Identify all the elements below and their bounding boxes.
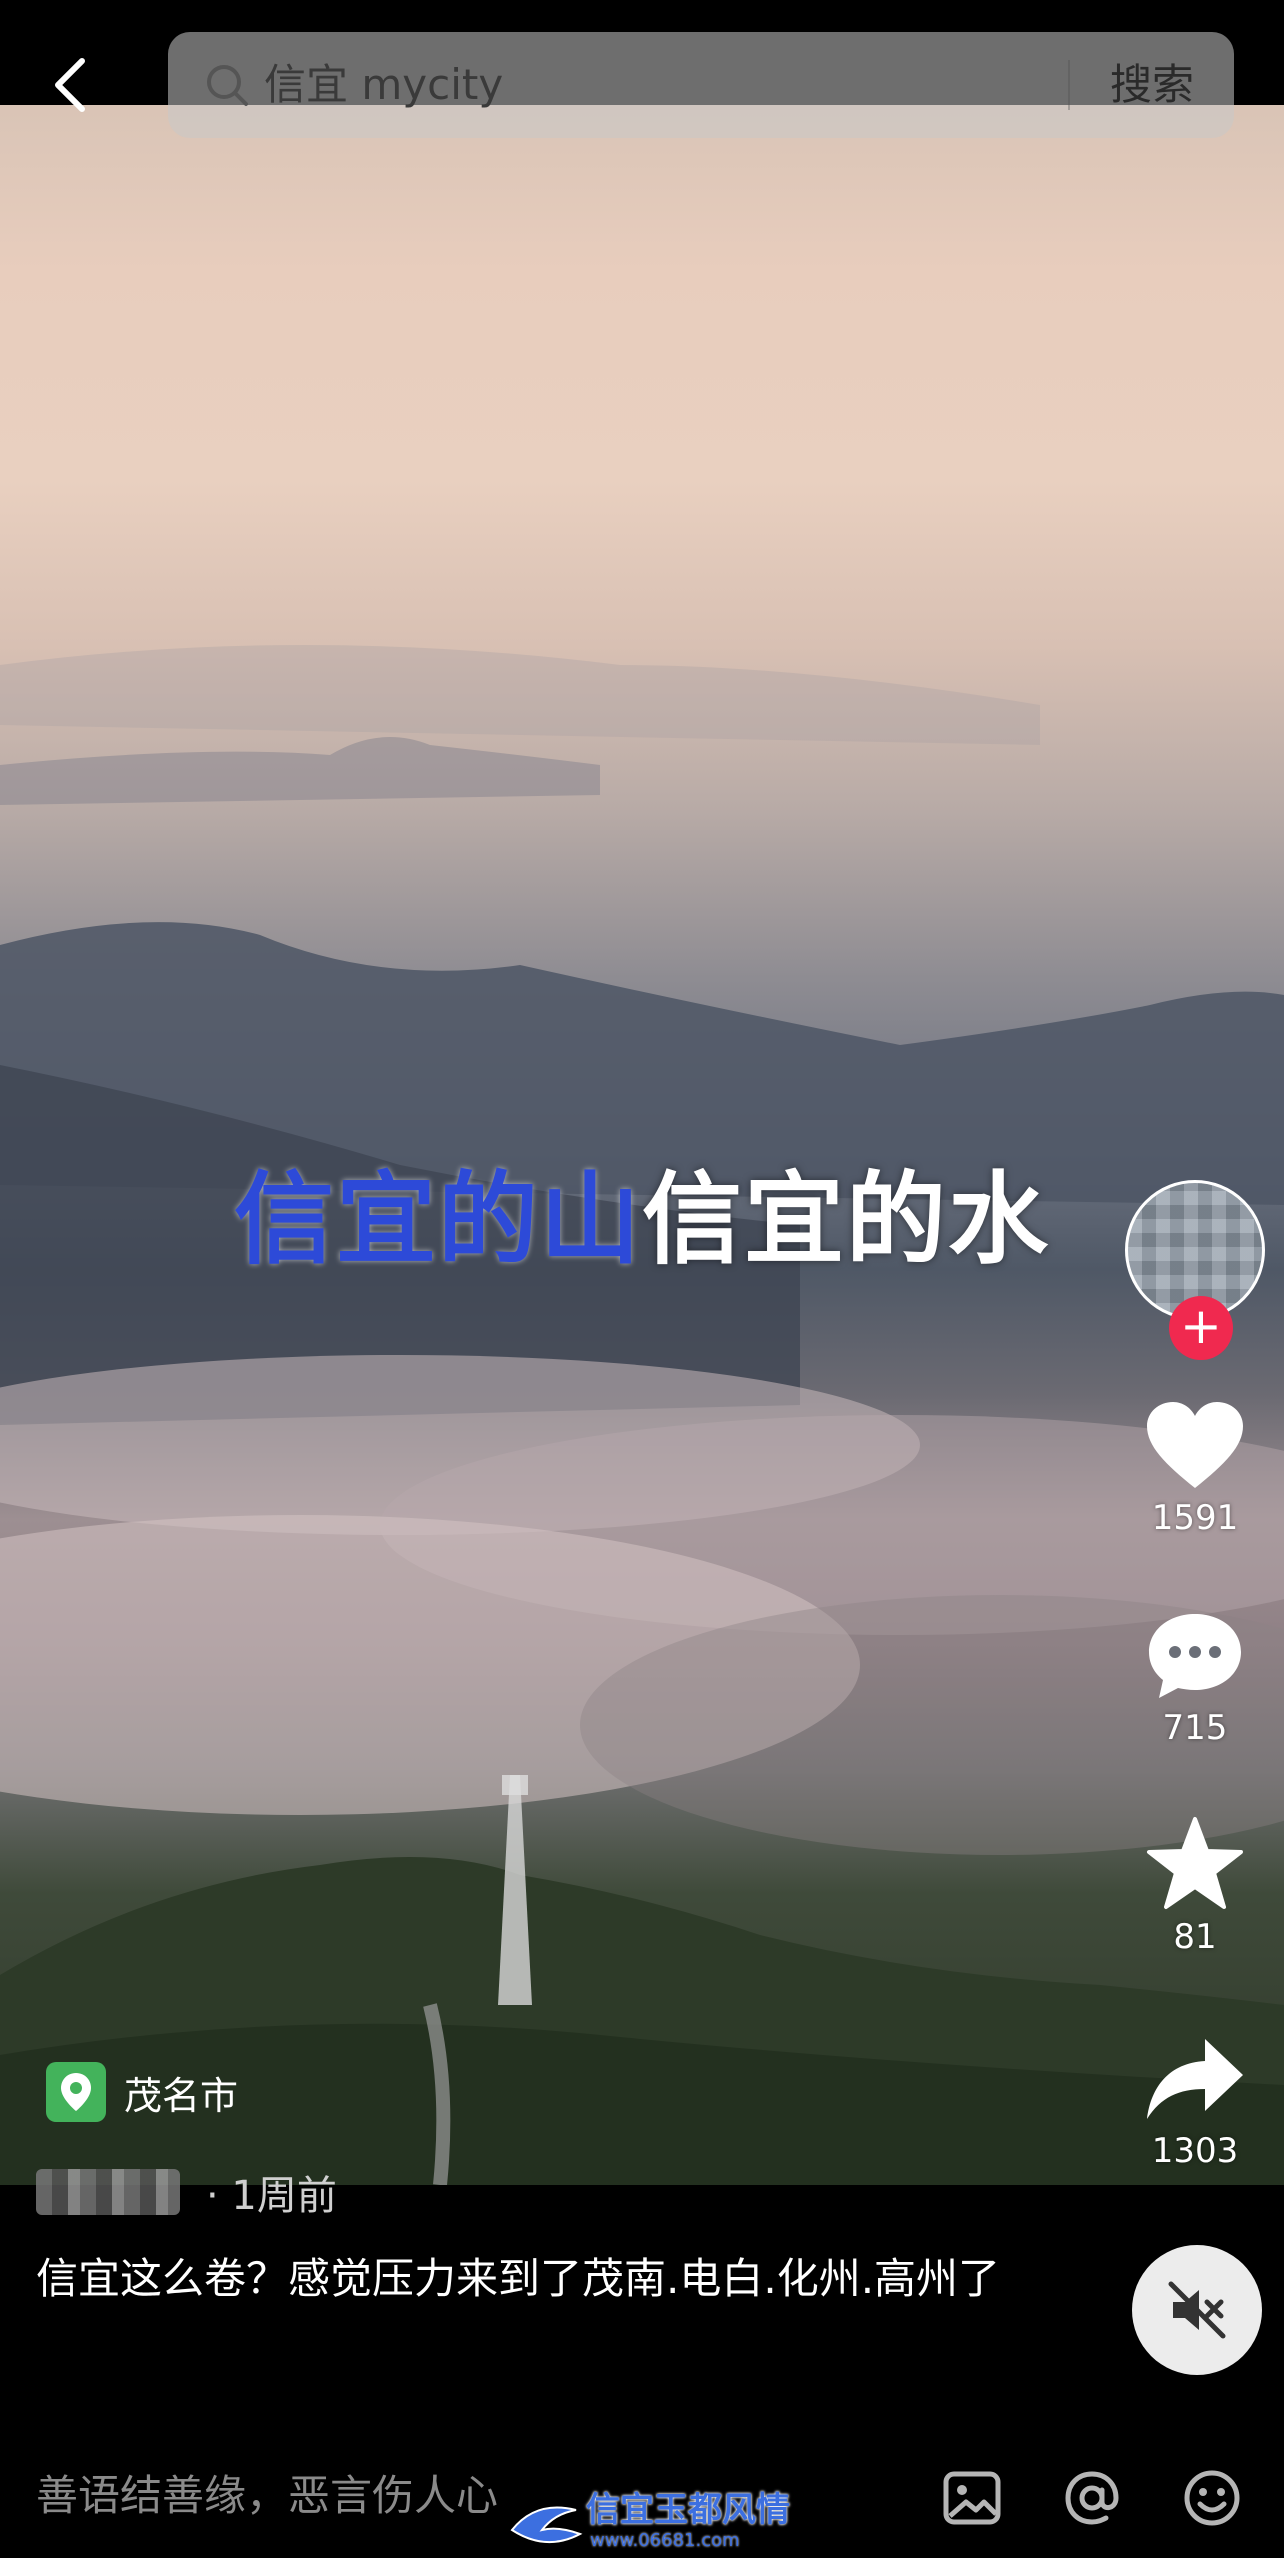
post-meta: · 1周前 [36,2162,337,2222]
search-bar[interactable]: 信宜 mycity 搜索 [168,32,1234,138]
landscape-scene [0,645,1284,2185]
comment-action[interactable]: 715 [1120,1610,1270,1750]
author-name-blurred[interactable] [36,2169,180,2215]
star-icon[interactable] [1145,1815,1245,1911]
follow-button[interactable]: + [1169,1296,1233,1360]
share-action[interactable]: 1303 [1120,2035,1270,2173]
search-query[interactable]: 信宜 mycity [264,54,503,116]
watermark: 信宜玉都风情 www.06681.com [506,2490,790,2554]
favorite-count: 81 [1173,1917,1217,1957]
favorite-action[interactable]: 81 [1120,1815,1270,1959]
like-action[interactable]: 1591 [1120,1400,1270,1540]
post-caption[interactable]: 信宜这么卷？感觉压力来到了茂南.电白.化州.高州了 [36,2248,1016,2310]
search-icon [207,65,248,106]
back-arrow-icon [55,58,85,112]
video-subtitle: 信宜的山信宜的水 [0,1160,1284,1280]
location-pin-icon [46,2062,106,2122]
video-frame[interactable] [0,105,1284,2185]
location-tag[interactable]: 茂名市 [46,2062,238,2122]
share-icon[interactable] [1143,2035,1247,2125]
comment-icon[interactable] [1145,1610,1245,1702]
watermark-url: www.06681.com [590,2530,740,2551]
comment-count: 715 [1162,1708,1228,1748]
post-time: · 1周前 [206,2173,337,2219]
image-icon[interactable] [940,2466,1004,2530]
back-button[interactable] [40,40,100,130]
search-button[interactable]: 搜索 [1110,54,1194,116]
share-count: 1303 [1151,2131,1239,2171]
emoji-icon[interactable] [1180,2466,1244,2530]
mute-icon [1168,2281,1226,2339]
location-name[interactable]: 茂名市 [124,2065,238,2120]
like-count: 1591 [1151,1498,1239,1538]
mute-button[interactable] [1132,2245,1262,2375]
watermark-logo-icon [510,2506,583,2544]
comment-input[interactable]: 善语结善缘，恶言伤人心 [36,2466,498,2526]
subtitle-highlight: 信宜的山 [234,1161,642,1278]
watermark-title: 信宜玉都风情 [586,2490,790,2530]
at-icon[interactable] [1060,2466,1124,2530]
author-avatar-wrap[interactable]: + [1125,1180,1265,1360]
heart-icon[interactable] [1145,1400,1245,1492]
subtitle-rest: 信宜的水 [642,1161,1050,1278]
search-divider [1068,60,1070,110]
